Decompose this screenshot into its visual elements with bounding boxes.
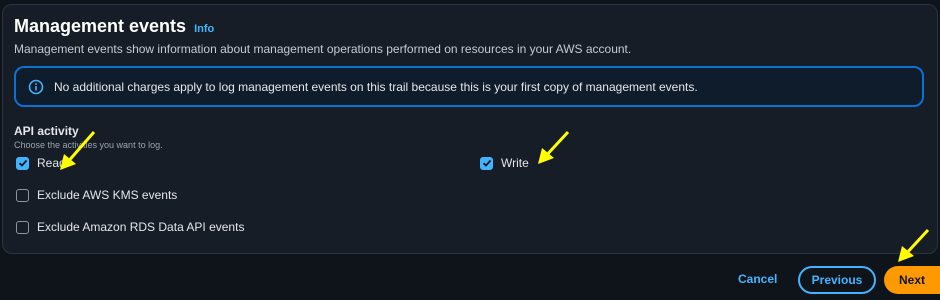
checkmark-icon [18, 159, 27, 167]
section-title: Management events [14, 16, 187, 36]
exclude-rds-label: Exclude Amazon RDS Data API events [37, 220, 245, 234]
next-button[interactable]: Next [884, 266, 940, 294]
annotation-arrow-icon [538, 130, 570, 164]
write-checkbox-row[interactable]: Write [480, 156, 529, 170]
read-checkbox[interactable] [16, 156, 29, 170]
info-circle-icon [28, 79, 44, 95]
page: Management events Info Management events… [0, 0, 940, 300]
footer-actions: Cancel Previous Next [0, 264, 940, 296]
exclude-rds-checkbox[interactable] [16, 220, 29, 234]
annotation-arrow-icon [898, 228, 930, 262]
info-link[interactable]: Info [194, 23, 214, 35]
write-checkbox[interactable] [480, 156, 493, 170]
section-description: Management events show information about… [14, 42, 632, 56]
section-header: Management events Info [14, 16, 214, 37]
cancel-button[interactable]: Cancel [738, 272, 777, 286]
previous-button[interactable]: Previous [798, 266, 876, 294]
title-row: Management events Info [14, 16, 214, 37]
exclude-rds-checkbox-row[interactable]: Exclude Amazon RDS Data API events [16, 220, 244, 234]
write-label: Write [501, 156, 529, 170]
exclude-kms-checkbox[interactable] [16, 188, 29, 202]
alert-text: No additional charges apply to log manag… [54, 79, 698, 94]
exclude-kms-label: Exclude AWS KMS events [37, 188, 178, 202]
checkmark-icon [482, 159, 491, 167]
info-alert: No additional charges apply to log manag… [14, 66, 924, 107]
exclude-kms-checkbox-row[interactable]: Exclude AWS KMS events [16, 188, 177, 202]
annotation-arrow-icon [60, 131, 96, 170]
